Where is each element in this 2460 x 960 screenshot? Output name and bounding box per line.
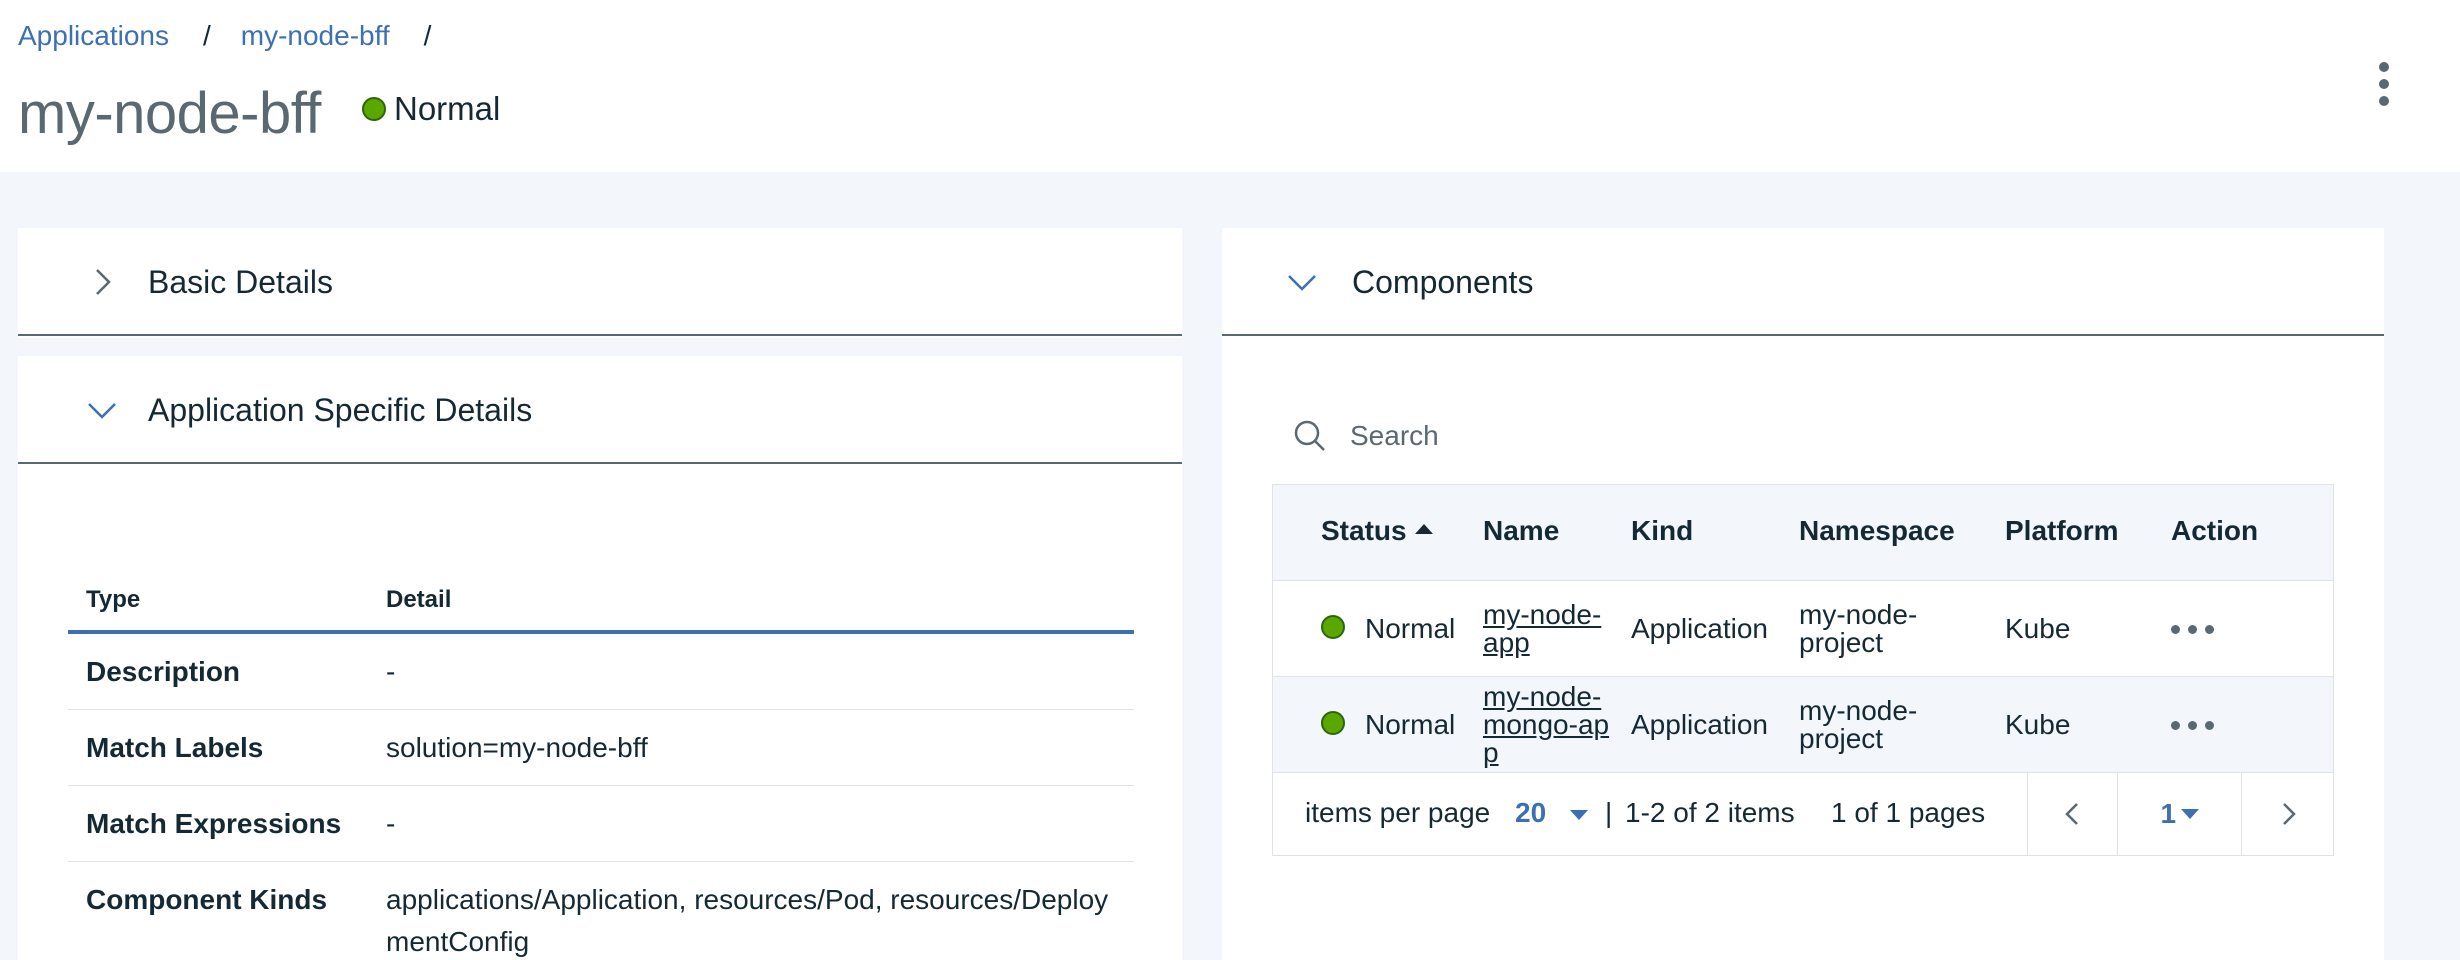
page-title: my-node-bff: [18, 81, 321, 146]
status-normal-icon: [1321, 711, 1345, 735]
breadcrumb-app-link[interactable]: my-node-bff: [241, 20, 390, 52]
chevron-right-icon: [96, 269, 111, 295]
row-detail: solution=my-node-bff: [386, 732, 648, 763]
pagination-bar: items per page 20 | 1-2 of 2 items 1 of …: [1273, 773, 2333, 855]
row-type: Match Expressions: [86, 808, 342, 839]
details-table-header: Type Detail: [68, 564, 1134, 634]
row-detail: -: [386, 808, 396, 839]
column-header-namespace: Namespace: [1799, 515, 1955, 546]
components-table-header: Status Name Kind Namespace Platform Acti…: [1273, 485, 2333, 581]
next-page-button[interactable]: [2241, 773, 2333, 855]
items-per-page-value: 20: [1515, 797, 1547, 828]
row-platform: Kube: [2005, 709, 2071, 740]
component-name-link[interactable]: my-node-mongo-app: [1483, 683, 1613, 767]
row-detail: applications/Application, resources/Pod,…: [386, 884, 1109, 957]
app-specific-details-panel: Application Specific Details Type Detail…: [18, 356, 1182, 960]
page-status: Normal: [362, 90, 500, 128]
table-row: Match Labels solution=my-node-bff: [68, 710, 1134, 786]
table-row: Normal my-node-app Application my-node-p…: [1273, 581, 2333, 677]
details-table: Type Detail Description - Match Labels s…: [68, 564, 1134, 960]
search-input[interactable]: [1350, 420, 2250, 452]
column-header-name: Name: [1483, 515, 1560, 546]
chevron-down-icon: [1288, 275, 1316, 291]
column-header-type: Type: [86, 586, 141, 613]
chevron-down-icon: [88, 403, 116, 419]
status-normal-icon: [1321, 615, 1345, 639]
row-status: Normal: [1365, 709, 1456, 740]
table-row: Description -: [68, 634, 1134, 710]
components-panel: Components Status Name Kind Namespace Pl…: [1222, 228, 2384, 960]
items-per-page-select[interactable]: 20: [1515, 797, 1588, 829]
breadcrumb: Applications / my-node-bff /: [18, 16, 461, 56]
sort-ascending-icon: [1414, 523, 1433, 534]
basic-details-title: Basic Details: [148, 264, 333, 300]
pagination-range: 1-2 of 2 items: [1625, 797, 1795, 828]
table-row: Component Kinds applications/Application…: [68, 862, 1134, 960]
row-type: Description: [86, 656, 241, 687]
components-title: Components: [1352, 264, 1534, 300]
row-status: Normal: [1365, 613, 1456, 644]
component-name-link[interactable]: my-node-app: [1483, 601, 1613, 657]
column-header-kind: Kind: [1631, 515, 1694, 546]
row-namespace: my-node-project: [1799, 695, 1918, 754]
table-row: Normal my-node-mongo-app Application my-…: [1273, 677, 2333, 773]
column-header-platform: Platform: [2005, 515, 2119, 546]
chevron-left-icon: [2064, 803, 2078, 825]
row-detail: -: [386, 656, 396, 687]
row-action-menu-icon[interactable]: [2171, 625, 2214, 634]
row-type: Match Labels: [86, 732, 264, 763]
items-per-page-label: items per page: [1305, 797, 1491, 828]
column-header-status-label: Status: [1321, 515, 1407, 546]
breadcrumb-applications-link[interactable]: Applications: [18, 20, 169, 52]
breadcrumb-separator: /: [423, 20, 432, 51]
column-header-status[interactable]: Status: [1321, 515, 1433, 547]
pagination-pages: 1 of 1 pages: [1831, 797, 1986, 828]
row-kind: Application: [1631, 709, 1768, 740]
chevron-right-icon: [2282, 803, 2296, 825]
row-kind: Application: [1631, 613, 1768, 644]
search-icon: [1294, 420, 1325, 451]
row-action-menu-icon[interactable]: [2171, 721, 2214, 730]
table-row: Match Expressions -: [68, 786, 1134, 862]
caret-down-icon: [2180, 809, 2199, 819]
page-status-label: Normal: [394, 90, 501, 127]
column-header-action: Action: [2171, 515, 2259, 546]
basic-details-panel: Basic Details: [18, 228, 1182, 338]
current-page: 1: [2160, 798, 2177, 829]
app-specific-accordion-header[interactable]: Application Specific Details: [18, 356, 1182, 464]
caret-down-icon: [1569, 809, 1588, 820]
column-header-detail: Detail: [386, 586, 452, 613]
components-search: [1292, 406, 2292, 466]
page-select[interactable]: 1: [2117, 773, 2241, 855]
previous-page-button[interactable]: [2027, 773, 2117, 855]
status-normal-icon: [362, 97, 386, 121]
basic-details-accordion-header[interactable]: Basic Details: [18, 228, 1182, 336]
page-header: Applications / my-node-bff / my-node-bff…: [0, 0, 2460, 172]
breadcrumb-separator: /: [202, 20, 211, 51]
components-table: Status Name Kind Namespace Platform Acti…: [1272, 484, 2334, 856]
row-type: Component Kinds: [86, 884, 328, 915]
pagination-divider: |: [1605, 797, 1613, 828]
app-specific-title: Application Specific Details: [148, 392, 533, 428]
row-platform: Kube: [2005, 613, 2071, 644]
components-accordion-header[interactable]: Components: [1222, 228, 2384, 336]
overflow-menu-icon[interactable]: [2364, 56, 2404, 112]
row-namespace: my-node-project: [1799, 599, 1918, 658]
